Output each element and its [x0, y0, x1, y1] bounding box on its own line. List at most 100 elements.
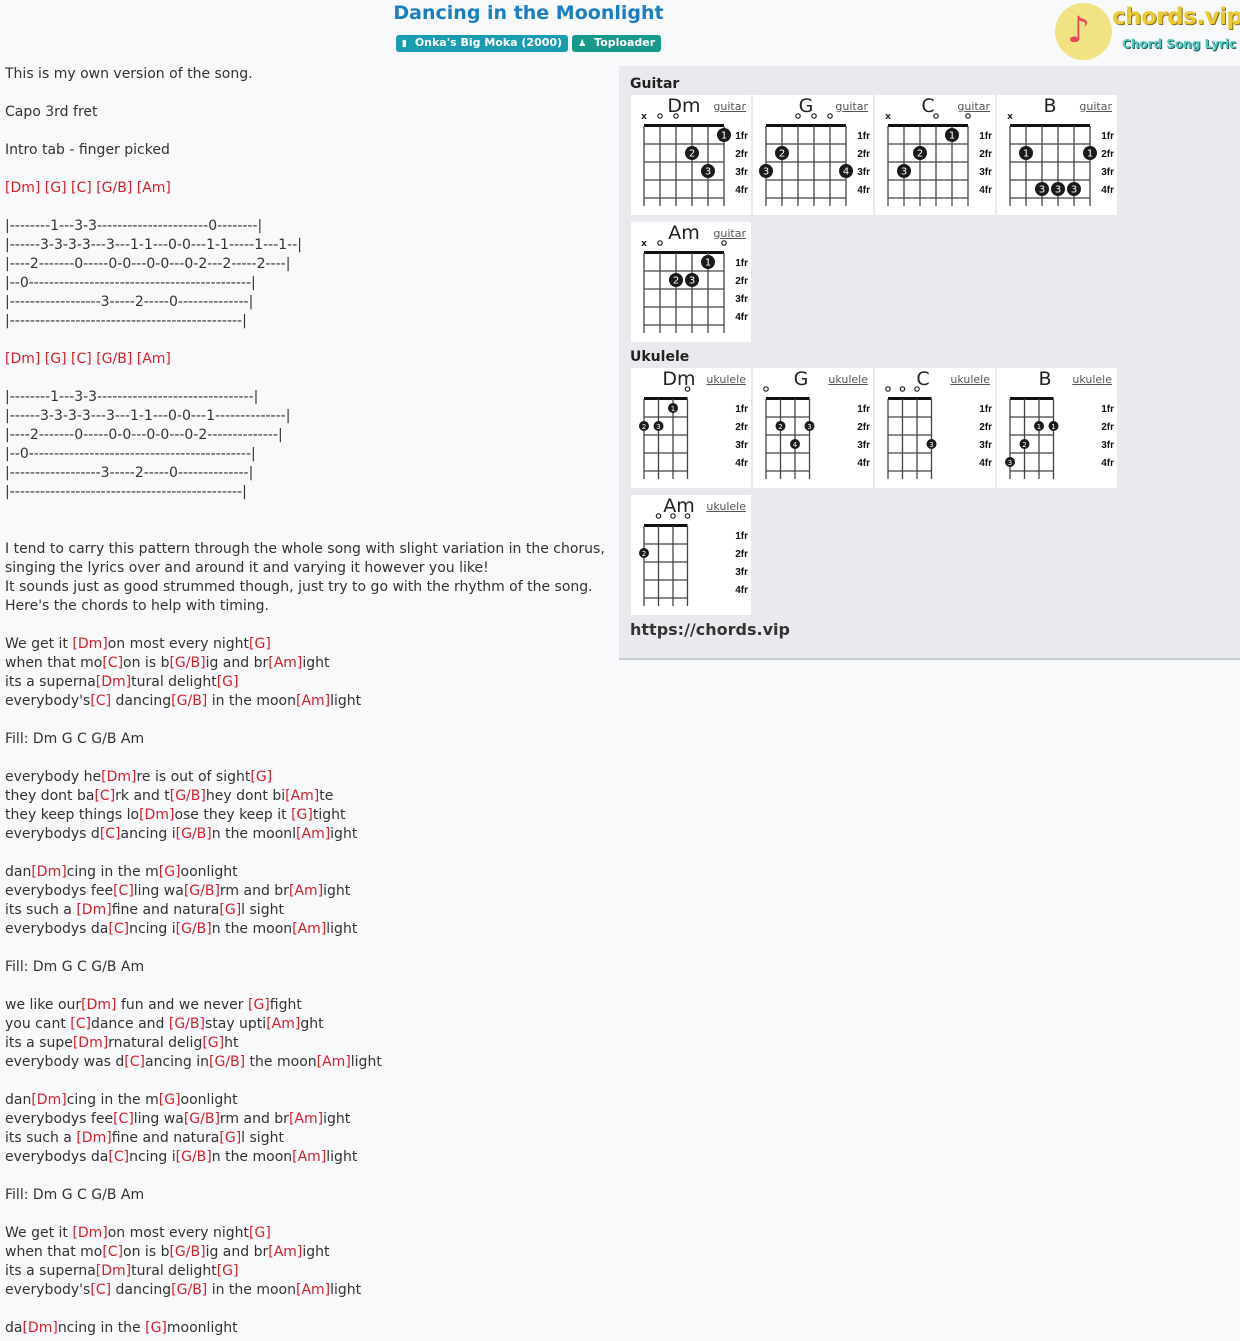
chord-marker[interactable]: [Am]: [296, 693, 330, 709]
chord-marker[interactable]: [C]: [71, 180, 92, 196]
chord-marker[interactable]: [G/B]: [171, 693, 207, 709]
chord-marker[interactable]: [Am]: [289, 1111, 323, 1127]
chord-marker[interactable]: [Dm]: [22, 1320, 57, 1336]
chord-marker[interactable]: [C]: [70, 1016, 91, 1032]
site-logo[interactable]: ♪ chords.vip Chord Song Lyric: [1055, 3, 1240, 61]
chord-marker[interactable]: [C]: [90, 693, 111, 709]
chord-marker[interactable]: [Dm]: [73, 1035, 108, 1051]
chord-marker[interactable]: [G]: [219, 902, 241, 918]
chord-marker[interactable]: [Dm]: [72, 1225, 107, 1241]
chord-marker[interactable]: [G/B]: [171, 1282, 207, 1298]
content-line: [Dm] [G] [C] [G/B] [Am]: [5, 179, 605, 198]
chord-marker[interactable]: [G]: [291, 807, 313, 823]
guitar-instrument-link[interactable]: guitar: [835, 100, 868, 113]
chord-marker[interactable]: [C]: [102, 1244, 123, 1260]
guitar-chord-card-am[interactable]: x 1 2 3 1fr 2fr 3fr 4fr Am guitar: [631, 222, 751, 342]
chord-marker[interactable]: [Am]: [296, 826, 330, 842]
chord-marker[interactable]: [C]: [108, 921, 129, 937]
chord-marker[interactable]: [C]: [113, 1111, 134, 1127]
chord-marker[interactable]: [Am]: [296, 1282, 330, 1298]
chord-marker[interactable]: [Am]: [268, 1244, 302, 1260]
ukulele-instrument-link[interactable]: ukulele: [1072, 373, 1112, 386]
chord-marker[interactable]: [Am]: [137, 180, 171, 196]
chord-marker[interactable]: [G/B]: [209, 1054, 245, 1070]
chord-marker[interactable]: [G/B]: [176, 1149, 212, 1165]
chord-marker[interactable]: [C]: [100, 826, 121, 842]
chord-marker[interactable]: [Dm]: [31, 864, 66, 880]
chord-marker[interactable]: [G/B]: [184, 1111, 220, 1127]
chord-marker[interactable]: [G/B]: [176, 921, 212, 937]
guitar-instrument-link[interactable]: guitar: [713, 227, 746, 240]
chord-marker[interactable]: [Dm]: [5, 351, 40, 367]
chord-marker[interactable]: [G]: [159, 1092, 181, 1108]
chord-marker[interactable]: [Am]: [285, 788, 319, 804]
ukulele-instrument-link[interactable]: ukulele: [828, 373, 868, 386]
lyric-text: they dont ba: [5, 788, 95, 804]
chord-marker[interactable]: [G]: [219, 1130, 241, 1146]
guitar-chord-card-b[interactable]: x 1 1 3 3 3 1fr 2fr 3fr 4fr Bguitar: [997, 95, 1117, 215]
chord-marker[interactable]: [Dm]: [101, 769, 136, 785]
artist-badge[interactable]: ♟ Toploader: [572, 35, 662, 52]
chord-marker[interactable]: [C]: [90, 1282, 111, 1298]
chord-marker[interactable]: [Dm]: [31, 1092, 66, 1108]
chord-marker[interactable]: [Am]: [292, 921, 326, 937]
guitar-chord-card-dm[interactable]: x 1 2 3 1fr 2fr 3fr 4fr Dm guitar: [631, 95, 751, 215]
chord-marker[interactable]: [Dm]: [5, 180, 40, 196]
chord-marker[interactable]: [G]: [217, 674, 239, 690]
chord-marker[interactable]: [Dm]: [96, 674, 131, 690]
chord-marker[interactable]: [G]: [159, 864, 181, 880]
chord-marker[interactable]: [Am]: [266, 1016, 300, 1032]
guitar-chord-card-c[interactable]: x 1 2 3 1fr 2fr 3fr 4fr Cguitar: [875, 95, 995, 215]
guitar-chord-card-g[interactable]: 2 3 4 1fr 2fr 3fr 4fr Gguitar: [753, 95, 873, 215]
chord-marker[interactable]: [G/B]: [169, 1244, 205, 1260]
chord-marker[interactable]: [C]: [94, 788, 115, 804]
guitar-instrument-link[interactable]: guitar: [713, 100, 746, 113]
album-badge[interactable]: ▮ Onka's Big Moka (2000): [395, 35, 569, 52]
chord-marker[interactable]: [G/B]: [184, 883, 220, 899]
ukulele-chord-card-c[interactable]: 3 1fr 2fr 3fr 4fr Cukulele: [875, 368, 995, 488]
ukulele-instrument-link[interactable]: ukulele: [706, 373, 746, 386]
chord-marker[interactable]: [G]: [45, 180, 67, 196]
chord-marker[interactable]: [Am]: [289, 883, 323, 899]
chord-marker[interactable]: [Am]: [268, 655, 302, 671]
chord-marker[interactable]: [Dm]: [139, 807, 174, 823]
ukulele-instrument-link[interactable]: ukulele: [706, 500, 746, 513]
chord-marker[interactable]: [G]: [45, 351, 67, 367]
guitar-instrument-link[interactable]: guitar: [957, 100, 990, 113]
chord-marker[interactable]: [Dm]: [72, 636, 107, 652]
chord-marker[interactable]: [G]: [202, 1035, 224, 1051]
chord-marker[interactable]: [G/B]: [169, 1016, 205, 1032]
chord-marker[interactable]: [Dm]: [76, 1130, 111, 1146]
ukulele-chord-card-am[interactable]: 2 1fr 2fr 3fr 4fr Am ukulele: [631, 495, 751, 615]
chord-marker[interactable]: [Dm]: [81, 997, 116, 1013]
chord-marker[interactable]: [C]: [71, 351, 92, 367]
chord-marker[interactable]: [G]: [248, 997, 270, 1013]
ukulele-chord-card-b[interactable]: 1 1 2 3 1fr 2fr 3fr 4fr Bukulele: [997, 368, 1117, 488]
chord-marker[interactable]: [C]: [102, 655, 123, 671]
content-line: when that mo[C]on is b[G/B]ig and br[Am]…: [5, 654, 605, 673]
chord-marker[interactable]: [Am]: [137, 351, 171, 367]
chord-marker[interactable]: [G/B]: [96, 180, 132, 196]
chord-marker[interactable]: [G]: [145, 1320, 167, 1336]
chord-marker[interactable]: [G]: [249, 636, 271, 652]
chord-marker[interactable]: [G]: [250, 769, 272, 785]
ukulele-chord-card-dm[interactable]: 1 2 3 1fr 2fr 3fr 4fr Dm ukulele: [631, 368, 751, 488]
content-line: |------3-3-3-3---3---1-1---0-0---1------…: [5, 407, 605, 426]
chord-marker[interactable]: [Dm]: [96, 1263, 131, 1279]
chord-marker[interactable]: [Am]: [317, 1054, 351, 1070]
ukulele-instrument-link[interactable]: ukulele: [950, 373, 990, 386]
chord-marker[interactable]: [C]: [108, 1149, 129, 1165]
chord-marker[interactable]: [G/B]: [96, 351, 132, 367]
guitar-instrument-link[interactable]: guitar: [1079, 100, 1112, 113]
chord-marker[interactable]: [C]: [124, 1054, 145, 1070]
chord-marker[interactable]: [G]: [249, 1225, 271, 1241]
chord-marker[interactable]: [Am]: [292, 1149, 326, 1165]
chord-marker[interactable]: [G/B]: [169, 655, 205, 671]
chord-marker[interactable]: [G]: [217, 1263, 239, 1279]
ukulele-chord-card-g[interactable]: 2 3 4 1fr 2fr 3fr 4fr Gukulele: [753, 368, 873, 488]
chord-marker[interactable]: [G/B]: [170, 788, 206, 804]
chord-marker[interactable]: [Dm]: [76, 902, 111, 918]
site-url[interactable]: https://chords.vip: [630, 620, 790, 639]
chord-marker[interactable]: [G/B]: [176, 826, 212, 842]
chord-marker[interactable]: [C]: [113, 883, 134, 899]
